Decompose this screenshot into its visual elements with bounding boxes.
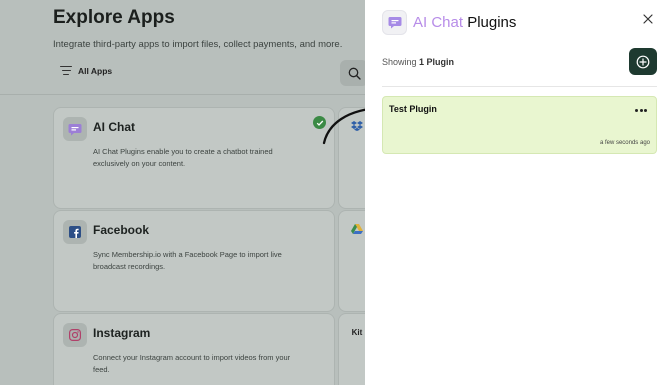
app-card-facebook[interactable]: Facebook Sync Membership.io with a Faceb… xyxy=(53,210,335,312)
instagram-icon xyxy=(69,329,81,341)
app-card-kit[interactable]: Kit xyxy=(338,313,368,385)
plus-circle-icon xyxy=(636,55,650,68)
divider xyxy=(382,86,657,87)
all-apps-filter-button[interactable]: All Apps xyxy=(60,66,112,76)
plugin-count-text: Showing 1 Plugin xyxy=(382,57,454,67)
page-title: Explore Apps xyxy=(53,7,175,28)
ai-chat-plugins-panel: AI Chat Plugins Showing 1 Plugin Test Pl… xyxy=(365,0,670,385)
panel-title: AI Chat Plugins xyxy=(413,14,516,31)
app-card-google-drive[interactable] xyxy=(338,210,368,312)
kit-icon: Kit xyxy=(351,327,363,337)
search-icon xyxy=(348,67,361,80)
panel-logo xyxy=(382,10,407,35)
app-icon xyxy=(63,220,87,244)
filter-label: All Apps xyxy=(78,66,113,76)
chat-icon xyxy=(388,17,401,29)
app-card-ai-chat[interactable]: AI Chat AI Chat Plugins enable you to cr… xyxy=(53,107,335,209)
showing-prefix: Showing xyxy=(382,57,417,67)
panel-title-accent: AI Chat xyxy=(413,14,464,31)
app-card-description: Sync Membership.io with a Facebook Page … xyxy=(93,250,282,271)
app-icon xyxy=(63,117,87,141)
plugin-name: Test Plugin xyxy=(389,104,437,114)
chat-icon xyxy=(68,123,82,135)
google-drive-icon xyxy=(347,219,367,239)
app-card-title: Instagram xyxy=(93,326,151,340)
plugin-card[interactable]: Test Plugin a few seconds ago xyxy=(382,96,657,154)
app-card-title: AI Chat xyxy=(93,120,135,134)
app-icon xyxy=(63,323,87,347)
add-plugin-button[interactable] xyxy=(629,48,657,75)
panel-title-rest: Plugins xyxy=(467,14,517,31)
divider xyxy=(0,94,365,95)
app-card-instagram[interactable]: Instagram Connect your Instagram account… xyxy=(53,313,335,385)
plugin-count: 1 Plugin xyxy=(419,57,455,67)
close-icon[interactable] xyxy=(642,13,654,25)
more-options-icon[interactable] xyxy=(635,109,647,113)
filter-icon xyxy=(60,66,72,76)
app-card-description: Connect your Instagram account to import… xyxy=(93,353,291,374)
search-button[interactable] xyxy=(340,60,368,86)
page-subtitle: Integrate third-party apps to import fil… xyxy=(53,39,343,50)
facebook-icon xyxy=(69,226,81,238)
app-card-title: Facebook xyxy=(93,223,150,237)
plugin-updated-time: a few seconds ago xyxy=(599,140,650,146)
app-card-description: AI Chat Plugins enable you to create a c… xyxy=(93,147,273,168)
